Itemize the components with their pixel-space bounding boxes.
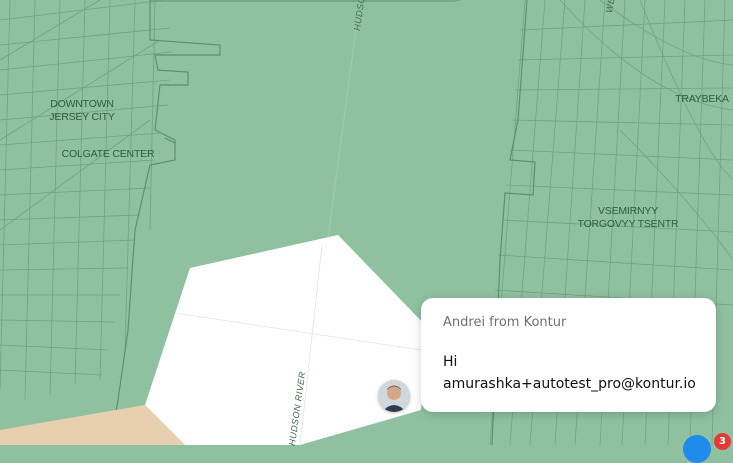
person-avatar-icon bbox=[378, 380, 410, 412]
unread-count-badge: 3 bbox=[714, 433, 731, 450]
label-colgate-center: COLGATE CENTER bbox=[61, 148, 155, 160]
chat-message-popup[interactable]: Andrei from Kontur Hi amurashka+autotest… bbox=[421, 298, 716, 412]
chat-message-text: amurashka+autotest_pro@kontur.io bbox=[443, 376, 696, 392]
label-vsemirnyy-torgovyy-tsentr: VSEMIRNYY TORGOVYY TSENTR bbox=[577, 205, 679, 230]
label-traybeka: TRAYBEKA bbox=[675, 93, 729, 105]
chat-greeting: Hi bbox=[443, 354, 458, 370]
label-downtown-jersey-city: DOWNTOWN JERSEY CITY bbox=[49, 98, 115, 123]
chat-avatar[interactable] bbox=[378, 380, 410, 412]
chat-launcher-button[interactable] bbox=[683, 435, 711, 463]
chat-sender: Andrei from Kontur bbox=[443, 315, 567, 330]
